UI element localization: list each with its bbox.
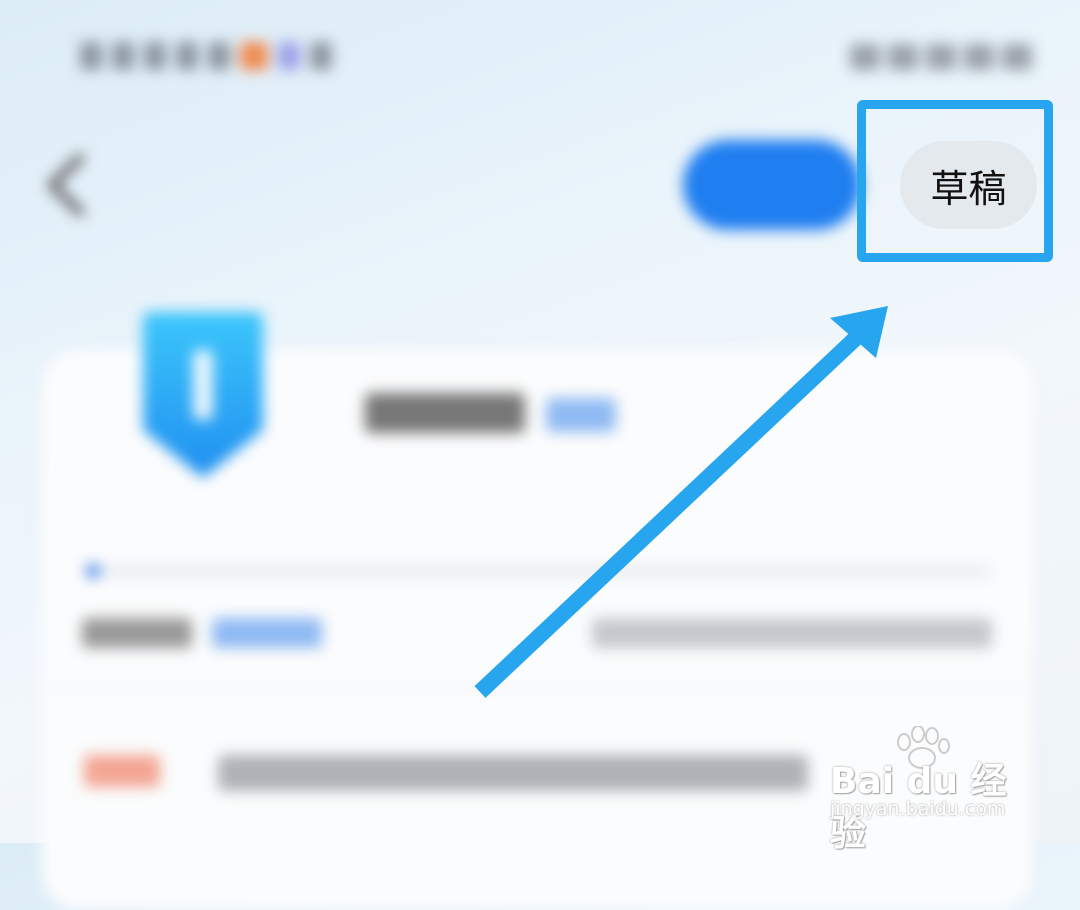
notice-text (218, 755, 808, 799)
progress-fill (86, 564, 100, 578)
level-badge-icon (143, 312, 263, 478)
draft-button[interactable]: 草稿 (900, 141, 1037, 229)
status-bar-right-icons (850, 44, 1032, 70)
growth-progress-bar (86, 564, 992, 578)
notice-tag (84, 755, 160, 795)
growth-value (82, 618, 322, 656)
level-tag[interactable] (546, 398, 616, 440)
watermark-url: jingyan.baidu.com (830, 798, 1006, 820)
divider (42, 688, 1032, 690)
status-bar (0, 0, 1080, 110)
publish-button[interactable] (683, 140, 861, 230)
back-button[interactable] (40, 150, 90, 220)
next-level-info (592, 618, 992, 656)
baidu-jingyan-watermark: Bai du 经验 jingyan.baidu.com (828, 726, 1028, 854)
chevron-left-icon (47, 153, 85, 217)
status-bar-left-icons (80, 42, 332, 70)
level-title (365, 393, 525, 443)
